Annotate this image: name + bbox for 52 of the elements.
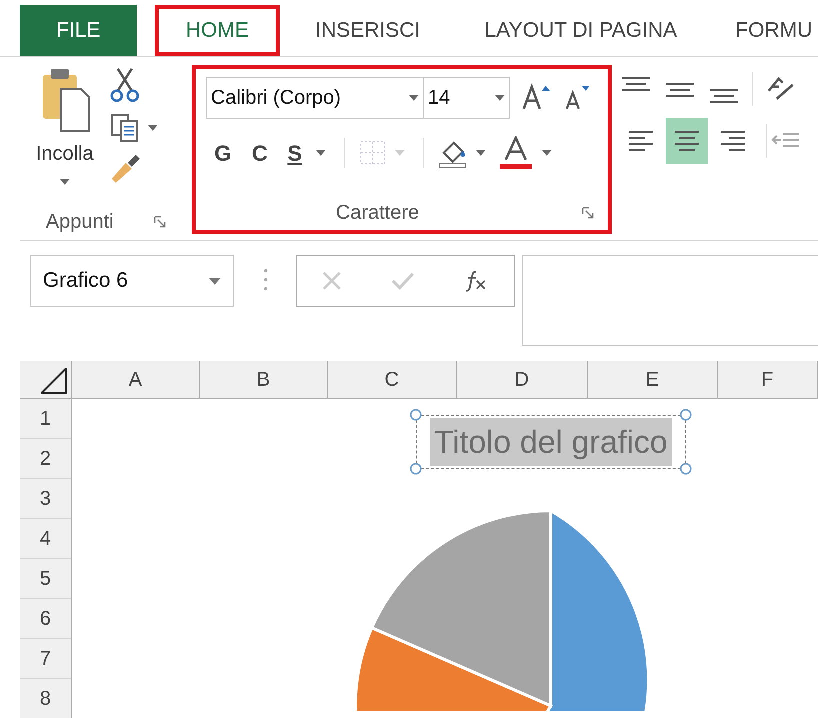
ribbon-tab[interactable]: FILE <box>20 5 137 56</box>
row-header[interactable]: 7 <box>20 639 71 679</box>
select-all-icon[interactable] <box>41 368 67 394</box>
check-icon[interactable] <box>391 271 416 291</box>
column-header[interactable]: D <box>457 361 588 398</box>
font-name-field[interactable]: Calibri (Corpo) <box>206 77 424 119</box>
column-header[interactable]: B <box>200 361 328 398</box>
dialog-launcher-icon[interactable] <box>582 207 594 219</box>
row-header[interactable]: 8 <box>20 679 71 718</box>
resize-handle-icon[interactable] <box>410 409 422 421</box>
ribbon-tab[interactable]: LAYOUT DI PAGINA <box>456 5 706 56</box>
underline-button[interactable]: S <box>280 136 310 170</box>
align-center-button[interactable] <box>666 118 708 164</box>
row-header[interactable]: 1 <box>20 399 71 439</box>
caret-icon[interactable] <box>476 150 486 156</box>
row-header[interactable]: 2 <box>20 439 71 479</box>
formula-input-field[interactable] <box>522 255 818 346</box>
column-header[interactable]: E <box>588 361 718 398</box>
row-header[interactable]: 4 <box>20 519 71 559</box>
copy-icon[interactable] <box>110 113 140 143</box>
caret-icon <box>495 95 505 101</box>
caret-icon <box>409 95 419 101</box>
italic-button[interactable]: C <box>240 136 280 170</box>
drag-handle-icon[interactable] <box>264 269 268 291</box>
caret-icon <box>395 150 405 156</box>
scissors-icon[interactable] <box>110 67 140 103</box>
column-header[interactable]: F <box>718 361 818 398</box>
column-header[interactable]: A <box>72 361 200 398</box>
group-label: Appunti <box>46 210 114 235</box>
group-label: Carattere <box>336 201 420 226</box>
brush-icon[interactable] <box>110 153 142 183</box>
font-size-field[interactable]: 14 <box>424 77 510 119</box>
font-color-icon[interactable] <box>500 136 532 170</box>
ribbon-tab[interactable]: INSERISCI <box>288 5 448 56</box>
ribbon-tab[interactable]: FORMU <box>714 5 818 56</box>
row-header[interactable]: 6 <box>20 599 71 639</box>
resize-handle-icon[interactable] <box>410 463 422 475</box>
caret-icon[interactable] <box>542 150 552 156</box>
row-header[interactable]: 3 <box>20 479 71 519</box>
row-header[interactable]: 5 <box>20 559 71 599</box>
caret-icon <box>209 278 221 284</box>
caret-icon <box>60 179 70 185</box>
ribbon-tab[interactable]: HOME <box>155 5 280 56</box>
resize-handle-icon[interactable] <box>680 409 692 421</box>
caret-icon[interactable] <box>316 150 326 156</box>
name-box[interactable]: Grafico 6 <box>30 255 234 307</box>
bold-button[interactable]: G <box>206 136 240 170</box>
resize-handle-icon[interactable] <box>680 463 692 475</box>
caret-icon[interactable] <box>148 125 158 131</box>
paste-button[interactable]: Incolla <box>20 65 110 204</box>
column-header[interactable]: C <box>328 361 457 398</box>
dialog-launcher-icon[interactable] <box>154 216 166 228</box>
